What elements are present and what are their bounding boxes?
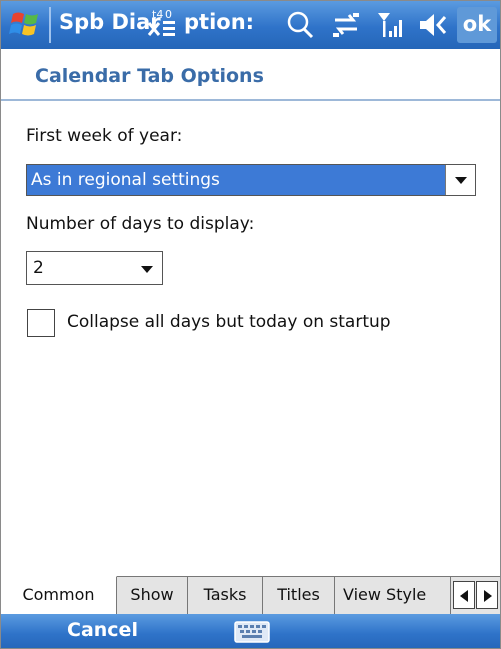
tab-show[interactable]: Show: [117, 577, 188, 614]
page-header: Calendar Tab Options: [1, 49, 500, 101]
app-title-continued: ption:: [184, 10, 255, 34]
arrow-left-icon: [460, 590, 468, 602]
days-value: 2: [33, 258, 44, 278]
tab-strip: Common Show Tasks Titles View Style: [1, 576, 500, 614]
signal-icon[interactable]: [375, 9, 407, 41]
tab-scroll-left-button[interactable]: [453, 581, 475, 609]
dropdown-button[interactable]: [445, 165, 475, 195]
title-bar: Spb Diar t4 0 ption: ok: [1, 1, 500, 49]
collapse-label: Collapse all days but today on startup: [67, 312, 391, 332]
volume-icon[interactable]: [417, 9, 451, 41]
cancel-button[interactable]: Cancel: [67, 619, 138, 641]
days-dropdown[interactable]: 2: [26, 251, 163, 285]
chevron-down-icon: [141, 266, 153, 273]
tab-titles[interactable]: Titles: [263, 577, 335, 614]
page-title: Calendar Tab Options: [35, 65, 264, 87]
first-week-value: As in regional settings: [31, 170, 220, 190]
clock-overlay-icon: t4 0: [147, 8, 175, 36]
title-separator: [49, 7, 51, 43]
first-week-label: First week of year:: [26, 126, 183, 146]
days-label: Number of days to display:: [26, 214, 255, 234]
softkey-bar: Cancel: [1, 614, 500, 648]
keyboard-icon[interactable]: [234, 621, 270, 643]
first-week-dropdown[interactable]: As in regional settings: [26, 164, 476, 196]
search-icon[interactable]: [285, 9, 317, 41]
collapse-checkbox[interactable]: [27, 309, 55, 337]
connectivity-icon[interactable]: [329, 9, 363, 41]
window: Spb Diar t4 0 ption: ok Calendar Tab Opt…: [0, 0, 501, 649]
svg-text:t4: t4: [152, 8, 163, 21]
arrow-right-icon: [484, 590, 492, 602]
tab-view-style[interactable]: View Style: [335, 577, 451, 614]
tab-tasks[interactable]: Tasks: [188, 577, 263, 614]
svg-text:0: 0: [165, 8, 172, 21]
windows-flag-icon[interactable]: [7, 8, 45, 42]
tab-scroll-right-button[interactable]: [476, 581, 498, 609]
ok-button[interactable]: ok: [457, 7, 497, 43]
tab-common[interactable]: Common: [1, 576, 117, 614]
chevron-down-icon: [455, 177, 467, 184]
